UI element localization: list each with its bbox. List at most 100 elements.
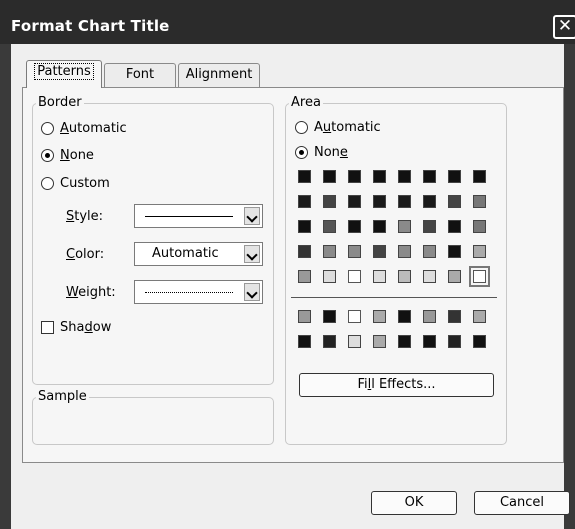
color-swatch[interactable] [373,245,386,258]
color-swatch[interactable] [448,245,461,258]
color-swatch[interactable] [398,195,411,208]
shadow-checkbox[interactable]: Shadow [41,320,111,335]
color-swatch[interactable] [373,195,386,208]
tab-alignment[interactable]: Alignment [178,63,260,87]
color-swatch[interactable] [298,170,311,183]
radio-circle [295,121,308,134]
color-swatch[interactable] [373,170,386,183]
style-dropdown[interactable] [134,204,263,228]
chart-color-swatch[interactable] [423,335,436,348]
color-swatch[interactable] [423,220,436,233]
color-swatch[interactable] [448,170,461,183]
palette-divider [291,297,497,298]
tab-patterns[interactable]: Patterns [26,60,102,88]
color-swatch[interactable] [423,245,436,258]
color-swatch[interactable] [473,245,486,258]
color-swatch[interactable] [323,245,336,258]
weight-label: Weight: [66,285,116,300]
line-style-solid [145,216,233,217]
chart-color-swatch[interactable] [348,335,361,348]
color-swatch[interactable] [448,220,461,233]
checkbox-box [41,321,54,334]
sample-group [32,397,274,445]
color-swatch[interactable] [373,270,386,283]
chevron-down-icon[interactable] [244,207,260,225]
chevron-down-icon[interactable] [244,245,260,263]
color-swatch[interactable] [473,170,486,183]
chart-color-swatch[interactable] [473,310,486,323]
radio-circle [41,122,54,135]
style-label: Style: [66,209,104,224]
color-swatch[interactable] [298,245,311,258]
color-swatch[interactable] [348,245,361,258]
color-swatch[interactable] [398,270,411,283]
color-swatch[interactable] [298,195,311,208]
color-swatch[interactable] [469,266,490,287]
chart-color-swatch[interactable] [323,335,336,348]
color-swatch[interactable] [398,170,411,183]
radio-circle [41,177,54,190]
tab-font[interactable]: Font [104,63,176,87]
color-swatch[interactable] [373,220,386,233]
cancel-button[interactable]: Cancel [474,491,570,515]
color-swatch[interactable] [448,270,461,283]
chart-color-swatch[interactable] [398,335,411,348]
color-dropdown[interactable]: Automatic [134,242,263,266]
border-automatic-radio[interactable]: Automatic [41,121,127,136]
close-icon[interactable]: ✕ [553,15,575,39]
chevron-down-icon[interactable] [244,283,260,301]
color-swatch[interactable] [473,195,486,208]
chart-color-swatch[interactable] [473,335,486,348]
chart-color-swatch[interactable] [323,310,336,323]
color-swatch[interactable] [473,220,486,233]
fill-effects-button[interactable]: Fill Effects... [299,373,494,397]
radio-circle-selected [295,146,308,159]
radio-circle-selected [41,149,54,162]
color-swatch[interactable] [348,170,361,183]
title-bar[interactable]: Format Chart Title ✕ [0,0,575,44]
border-group-title: Border [36,95,84,110]
area-automatic-label: Automatic [314,120,381,135]
chart-color-swatch[interactable] [298,335,311,348]
color-swatch[interactable] [398,245,411,258]
chart-color-swatch[interactable] [298,310,311,323]
border-none-label: None [60,148,94,163]
window-border-right [564,44,575,529]
color-label: Color: [66,247,105,262]
area-group-title: Area [289,95,323,110]
color-swatch[interactable] [323,170,336,183]
color-swatch[interactable] [298,270,311,283]
window-border-left [0,44,11,529]
color-swatch[interactable] [323,220,336,233]
ok-button[interactable]: OK [371,491,457,515]
shadow-label: Shadow [60,320,112,335]
weight-dropdown[interactable] [134,280,263,304]
color-swatch[interactable] [298,220,311,233]
area-automatic-radio[interactable]: Automatic [295,120,381,135]
chart-color-swatch[interactable] [348,310,361,323]
chart-color-swatch[interactable] [373,335,386,348]
color-swatch[interactable] [348,270,361,283]
chart-color-swatch[interactable] [448,335,461,348]
color-dropdown-value: Automatic [152,246,219,261]
color-swatch[interactable] [423,195,436,208]
sample-group-title: Sample [36,389,89,404]
tab-alignment-label: Alignment [185,67,253,82]
color-swatch[interactable] [323,195,336,208]
area-none-radio[interactable]: None [295,145,348,160]
border-none-radio[interactable]: None [41,148,94,163]
color-swatch[interactable] [448,195,461,208]
chart-color-swatch[interactable] [398,310,411,323]
color-swatch[interactable] [323,270,336,283]
color-swatch[interactable] [398,220,411,233]
color-swatch[interactable] [348,195,361,208]
chart-color-swatch[interactable] [373,310,386,323]
border-custom-radio[interactable]: Custom [41,176,110,191]
chart-color-swatch[interactable] [448,310,461,323]
fill-effects-label: Fill Effects... [357,377,436,392]
color-swatch[interactable] [423,270,436,283]
color-swatch[interactable] [423,170,436,183]
chart-color-swatch[interactable] [423,310,436,323]
border-automatic-label: Automatic [60,121,127,136]
color-swatch[interactable] [348,220,361,233]
